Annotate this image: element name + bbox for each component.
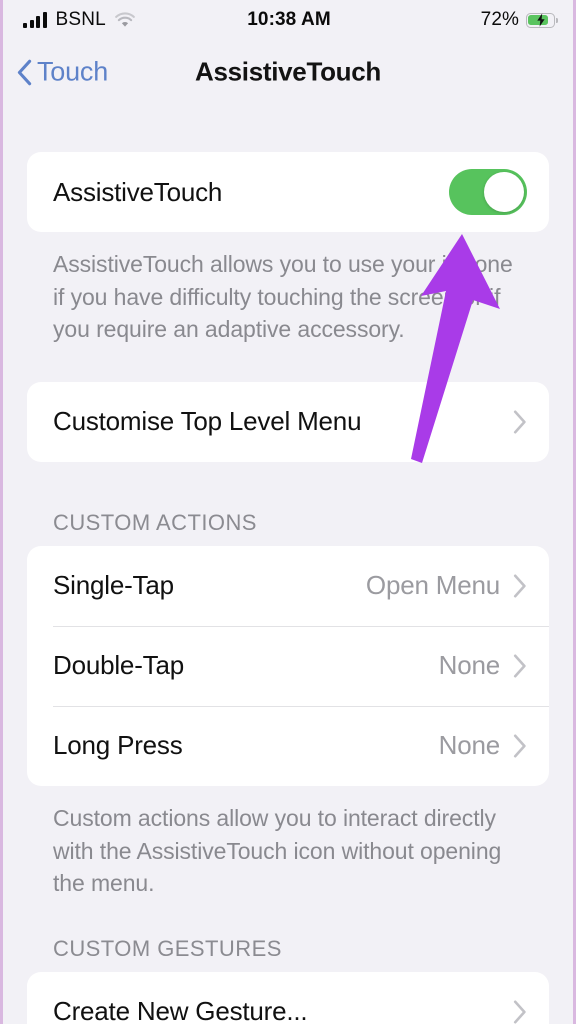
- status-bar-left: BSNL: [23, 9, 247, 31]
- customise-menu-card: Customise Top Level Menu: [27, 381, 549, 462]
- clock: 10:38 AM: [247, 9, 331, 30]
- row-long-press[interactable]: Long Press None: [27, 705, 549, 786]
- custom-gestures-card: Create New Gesture...: [27, 971, 549, 1024]
- row-value: Open Menu: [365, 570, 500, 601]
- chevron-right-icon: [513, 734, 527, 758]
- row-label: Double-Tap: [53, 650, 184, 681]
- row-value: None: [438, 730, 501, 761]
- page-title: AssistiveTouch: [194, 56, 382, 87]
- row-label: Create New Gesture...: [53, 996, 308, 1024]
- assistive-touch-footer-text: AssistiveTouch allows you to use your iP…: [53, 251, 513, 343]
- navigation-bar: Touch AssistiveTouch: [3, 40, 573, 104]
- chevron-right-icon: [513, 1000, 527, 1024]
- row-single-tap[interactable]: Single-Tap Open Menu: [27, 546, 549, 626]
- battery-percentage: 72%: [480, 9, 519, 30]
- section-header-custom-gestures: CUSTOM GESTURES: [53, 935, 282, 961]
- status-bar: BSNL 10:38 AM 72%: [3, 0, 573, 40]
- custom-actions-footer-text: Custom actions allow you to interact dir…: [53, 804, 502, 897]
- assistive-touch-card: AssistiveTouch: [27, 152, 549, 232]
- chevron-right-icon: [513, 654, 527, 678]
- assistive-touch-toggle[interactable]: [449, 169, 527, 215]
- status-bar-right: 72%: [331, 9, 558, 31]
- custom-actions-card: Single-Tap Open Menu Double-Tap None Lon…: [27, 545, 549, 786]
- settings-content: AssistiveTouch AssistiveTouch allows you…: [3, 104, 573, 1024]
- carrier-name: BSNL: [55, 9, 106, 30]
- toggle-knob: [484, 172, 524, 212]
- status-bar-center: 10:38 AM: [247, 9, 331, 31]
- battery-charging-icon: [526, 12, 558, 28]
- wifi-icon: [115, 12, 135, 28]
- row-label: Customise Top Level Menu: [53, 406, 362, 437]
- row-label: Single-Tap: [53, 570, 174, 601]
- row-label: Long Press: [53, 730, 183, 761]
- row-customise-top-level-menu[interactable]: Customise Top Level Menu: [27, 382, 549, 462]
- row-double-tap[interactable]: Double-Tap None: [27, 625, 549, 706]
- row-value: None: [438, 650, 501, 681]
- cellular-signal-icon: [23, 12, 47, 28]
- section-header-custom-actions: CUSTOM ACTIONS: [53, 509, 257, 535]
- chevron-right-icon: [513, 410, 527, 434]
- row-create-new-gesture[interactable]: Create New Gesture...: [27, 972, 549, 1024]
- row-assistive-touch[interactable]: AssistiveTouch: [27, 152, 549, 232]
- row-label: AssistiveTouch: [53, 176, 223, 207]
- chevron-right-icon: [513, 574, 527, 598]
- iphone-settings-screen: BSNL 10:38 AM 72% Touch AssistiveTouch A…: [0, 0, 576, 1024]
